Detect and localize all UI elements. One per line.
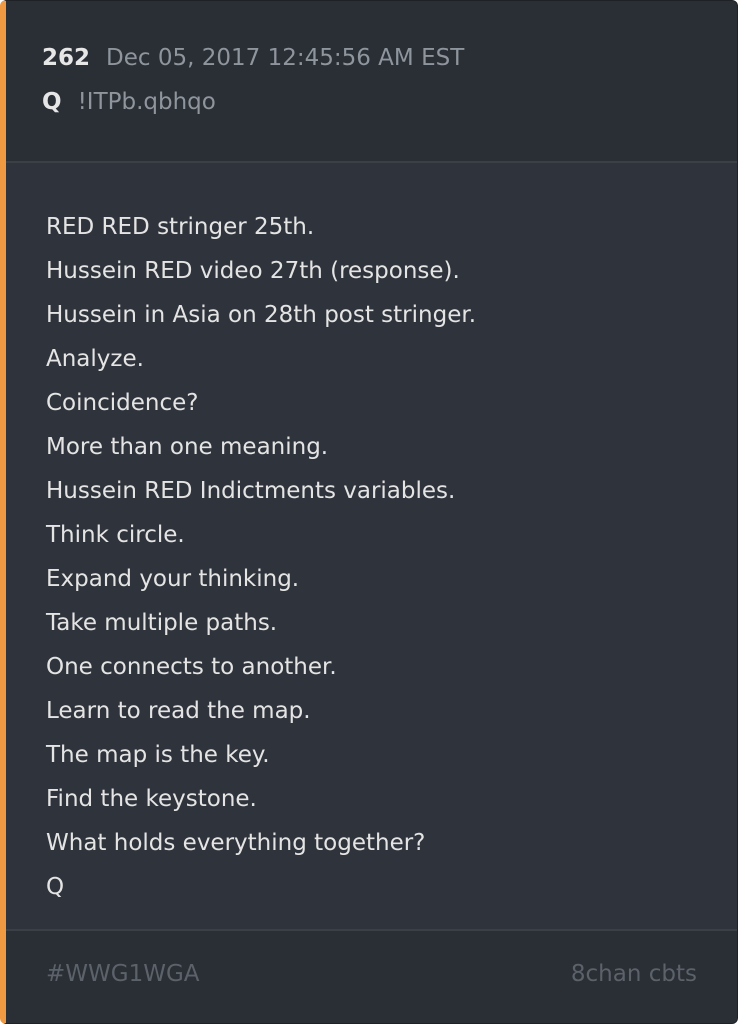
- post-line: Coincidence?: [46, 390, 199, 416]
- post-body: RED RED stringer 25th. Hussein RED video…: [46, 205, 717, 909]
- post-timestamp: Dec 05, 2017 12:45:56 AM EST: [106, 45, 465, 71]
- post-line: Hussein in Asia on 28th post stringer.: [46, 302, 477, 328]
- post-line: Think circle.: [46, 522, 185, 548]
- author-name: Q: [42, 89, 62, 115]
- post-header: 262 Dec 05, 2017 12:45:56 AM EST Q !ITPb…: [6, 1, 737, 163]
- post-footer: #WWG1WGA 8chan cbts: [6, 929, 737, 1023]
- post-line: Find the keystone.: [46, 786, 257, 812]
- post-line: Hussein RED Indictments variables.: [46, 478, 456, 504]
- post-line: Take multiple paths.: [46, 610, 278, 636]
- post-line: The map is the key.: [46, 742, 270, 768]
- post-line: One connects to another.: [46, 654, 337, 680]
- post-line: RED RED stringer 25th.: [46, 214, 315, 240]
- post-line: Learn to read the map.: [46, 698, 311, 724]
- post-line: Expand your thinking.: [46, 566, 300, 592]
- post-line: Hussein RED video 27th (response).: [46, 258, 460, 284]
- author-row: Q !ITPb.qbhqo: [42, 89, 216, 115]
- post-line: Analyze.: [46, 346, 144, 372]
- post-line: What holds everything together?: [46, 830, 426, 856]
- source-label: 8chan cbts: [570, 961, 697, 987]
- post-line: More than one meaning.: [46, 434, 329, 460]
- post-signature: Q: [46, 874, 65, 900]
- author-tripcode: !ITPb.qbhqo: [77, 89, 216, 115]
- post-number[interactable]: 262: [42, 45, 90, 71]
- hashtag-link[interactable]: #WWG1WGA: [46, 961, 200, 987]
- post-meta-row: 262 Dec 05, 2017 12:45:56 AM EST: [42, 45, 464, 71]
- post-card: 262 Dec 05, 2017 12:45:56 AM EST Q !ITPb…: [0, 0, 738, 1024]
